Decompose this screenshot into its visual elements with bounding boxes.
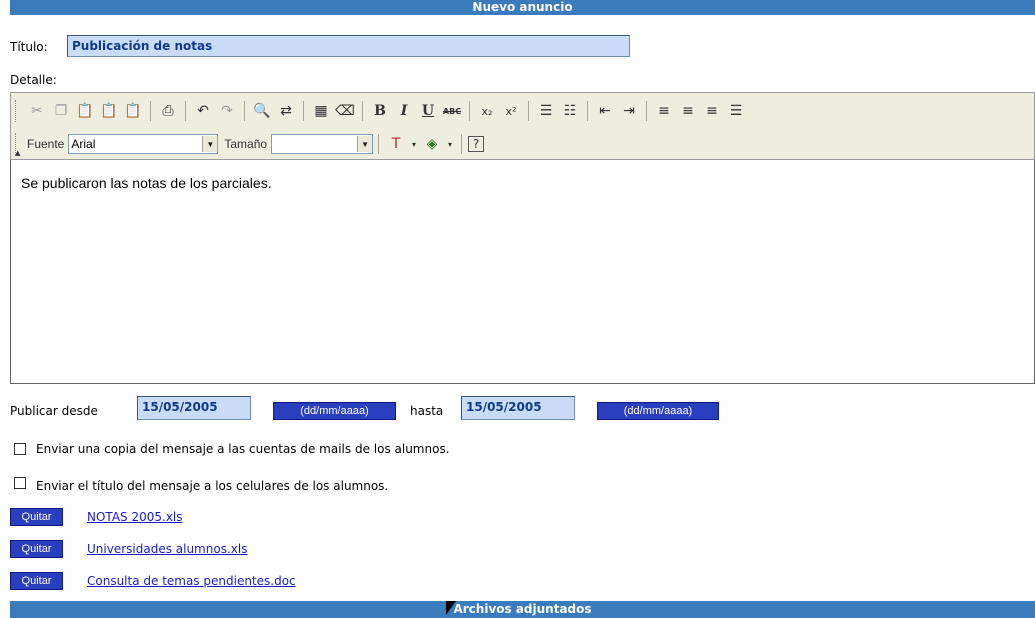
align-justify-icon[interactable]: ☰ [725,100,747,122]
copy-icon[interactable]: ❐ [50,100,72,122]
mail-copy-label: Enviar una copia del mensaje a las cuent… [36,442,450,456]
text-color-icon[interactable]: T [385,133,407,155]
mouse-cursor-icon [446,601,456,615]
fuente-label: Fuente [27,137,65,151]
attachment-link[interactable]: Universidades alumnos.xls [87,542,247,556]
paste-icon[interactable]: 📋 [74,100,96,122]
undo-icon[interactable]: ↶ [192,100,214,122]
paste-word-icon[interactable]: 📋 [122,100,144,122]
chevron-down-icon[interactable]: ▾ [445,133,455,155]
sms-title-label: Enviar el título del mensaje a los celul… [36,479,389,493]
italic-icon[interactable]: I [393,100,415,122]
collapse-toolbar-icon[interactable]: ▲ [15,149,20,157]
toolbar-separator [378,134,380,154]
footer-bar: Archivos adjuntados [10,601,1035,618]
desde-format-button[interactable]: (dd/mm/aaaa) [273,402,396,420]
desde-input[interactable]: 15/05/2005 [137,396,251,420]
toolbar-separator [150,101,151,121]
cut-icon[interactable]: ✂ [26,100,48,122]
align-center-icon[interactable]: ≡ [677,100,699,122]
sms-title-checkbox[interactable] [14,477,26,489]
ordered-list-icon[interactable]: ☰ [535,100,557,122]
mail-copy-checkbox[interactable] [14,443,26,455]
font-select-value: Arial [71,137,96,151]
background-color-icon[interactable]: ◈ [421,133,443,155]
outdent-icon[interactable]: ⇤ [594,100,616,122]
toolbar-separator [362,101,363,121]
align-right-icon[interactable]: ≡ [701,100,723,122]
tamano-label: Tamaño [224,137,268,151]
chevron-down-icon[interactable]: ▼ [357,136,373,152]
strikethrough-icon[interactable]: ABC [441,100,463,122]
detalle-label: Detalle: [10,73,57,87]
help-icon[interactable]: ? [468,136,485,152]
toolbar-separator [303,101,304,121]
print-icon[interactable]: ⎙ [157,100,179,122]
titulo-input[interactable]: Publicación de notas [67,35,630,57]
toolbar-separator [587,101,588,121]
editor-toolbar: ✂ ❐ 📋 📋 📋 ⎙ ↶ ↷ 🔍 ⇄ ▦ ⌫ B I U ABC x₂ x² … [10,92,1035,160]
toolbar-separator [528,101,529,121]
toolbar-separator [461,134,463,154]
bold-icon[interactable]: B [369,100,391,122]
find-icon[interactable]: 🔍 [251,100,273,122]
header-title: Nuevo anuncio [472,0,573,14]
publicar-desde-label: Publicar desde [10,404,98,418]
replace-icon[interactable]: ⇄ [275,100,297,122]
indent-icon[interactable]: ⇥ [618,100,640,122]
toolbar-separator [646,101,647,121]
remove-format-icon[interactable]: ⌫ [334,100,356,122]
toolbar-separator [185,101,186,121]
toolbar-grip [15,100,19,122]
attachment-link[interactable]: NOTAS 2005.xls [87,510,183,524]
toolbar-separator [469,101,470,121]
subscript-icon[interactable]: x₂ [476,100,498,122]
remove-attachment-button[interactable]: Quitar [10,508,63,526]
editor-content: Se publicaron las notas de los parciales… [21,175,272,191]
select-all-icon[interactable]: ▦ [310,100,332,122]
toolbar-row-1: ✂ ❐ 📋 📋 📋 ⎙ ↶ ↷ 🔍 ⇄ ▦ ⌫ B I U ABC x₂ x² … [11,96,748,126]
chevron-down-icon[interactable]: ▾ [409,133,419,155]
chevron-down-icon[interactable]: ▼ [202,136,218,152]
underline-icon[interactable]: U [417,100,439,122]
editor-area[interactable]: Se publicaron las notas de los parciales… [10,160,1035,384]
font-select[interactable]: Arial ▼ [68,134,219,154]
unordered-list-icon[interactable]: ☷ [559,100,581,122]
redo-icon[interactable]: ↷ [216,100,238,122]
footer-title: Archivos adjuntados [453,602,592,616]
header-bar: Nuevo anuncio [10,0,1035,15]
hasta-format-button[interactable]: (dd/mm/aaaa) [597,402,719,420]
hasta-input[interactable]: 15/05/2005 [461,396,575,420]
remove-attachment-button[interactable]: Quitar [10,572,63,590]
size-select[interactable]: ▼ [271,134,374,154]
titulo-label: Título: [10,40,48,54]
toolbar-row-2: Fuente Arial ▼ Tamaño ▼ T ▾ ◈ ▾ ? [11,129,485,159]
superscript-icon[interactable]: x² [500,100,522,122]
toolbar-separator [244,101,245,121]
paste-text-icon[interactable]: 📋 [98,100,120,122]
attachment-link[interactable]: Consulta de temas pendientes.doc [87,574,296,588]
remove-attachment-button[interactable]: Quitar [10,540,63,558]
hasta-label: hasta [410,404,444,418]
align-left-icon[interactable]: ≡ [653,100,675,122]
